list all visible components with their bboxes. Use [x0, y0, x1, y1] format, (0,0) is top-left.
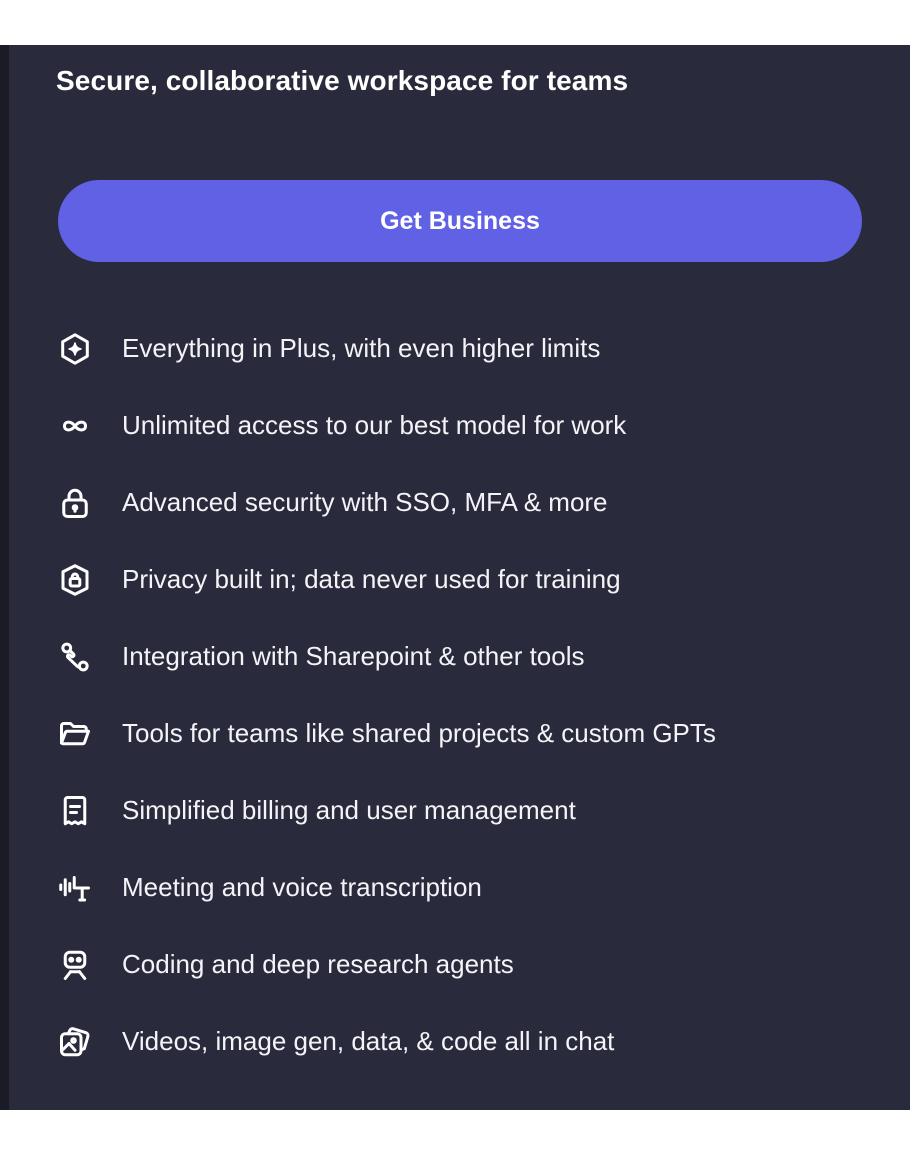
- feature-item: Advanced security with SSO, MFA & more: [56, 464, 716, 541]
- folder-icon: [56, 715, 94, 753]
- infinity-icon: [56, 407, 94, 445]
- feature-text: Tools for teams like shared projects & c…: [122, 718, 716, 748]
- feature-text: Unlimited access to our best model for w…: [122, 410, 627, 440]
- robot-agent-icon: [56, 946, 94, 984]
- integration-link-icon: [56, 638, 94, 676]
- feature-item: Privacy built in; data never used for tr…: [56, 541, 716, 618]
- receipt-icon: [56, 792, 94, 830]
- voice-transcription-icon: [56, 869, 94, 907]
- lock-icon: [56, 484, 94, 522]
- feature-text: Meeting and voice transcription: [122, 872, 482, 902]
- plan-tagline: Secure, collaborative workspace for team…: [56, 65, 629, 96]
- feature-item: Coding and deep research agents: [56, 926, 716, 1003]
- feature-item: Integration with Sharepoint & other tool…: [56, 618, 716, 695]
- feature-text: Integration with Sharepoint & other tool…: [122, 641, 585, 671]
- business-plan-card: Secure, collaborative workspace for team…: [0, 45, 910, 1110]
- feature-text: Simplified billing and user management: [122, 795, 576, 825]
- feature-text: Privacy built in; data never used for tr…: [122, 564, 621, 594]
- media-gallery-icon: [56, 1023, 94, 1061]
- feature-text: Advanced security with SSO, MFA & more: [122, 487, 608, 517]
- feature-item: Everything in Plus, with even higher lim…: [56, 310, 716, 387]
- feature-item: Tools for teams like shared projects & c…: [56, 695, 716, 772]
- feature-item: Meeting and voice transcription: [56, 849, 716, 926]
- sparkle-hexagon-icon: [56, 330, 94, 368]
- shield-lock-icon: [56, 561, 94, 599]
- feature-item: Simplified billing and user management: [56, 772, 716, 849]
- feature-item: Videos, image gen, data, & code all in c…: [56, 1003, 716, 1080]
- feature-text: Coding and deep research agents: [122, 949, 514, 979]
- feature-text: Everything in Plus, with even higher lim…: [122, 333, 601, 363]
- feature-list: Everything in Plus, with even higher lim…: [56, 310, 716, 1080]
- feature-text: Videos, image gen, data, & code all in c…: [122, 1026, 615, 1056]
- feature-item: Unlimited access to our best model for w…: [56, 387, 716, 464]
- get-business-button[interactable]: Get Business: [58, 180, 862, 262]
